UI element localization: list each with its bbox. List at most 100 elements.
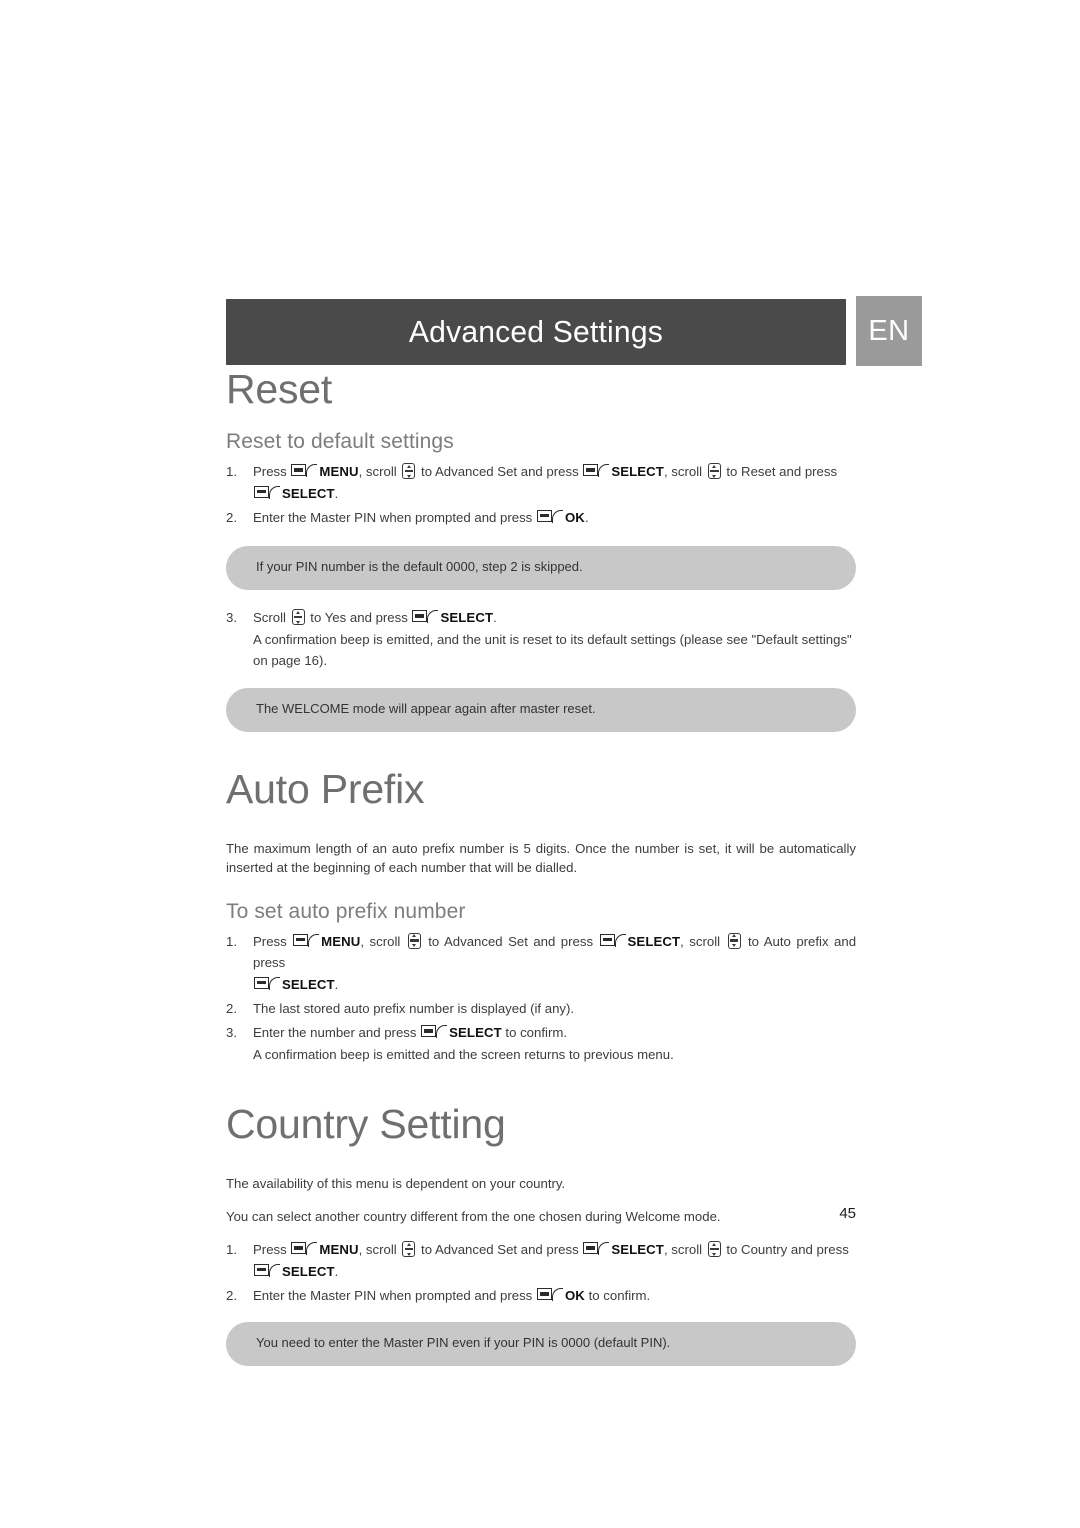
step-item: 3. Scroll to Yes and press SELECT. A conf… bbox=[226, 607, 856, 671]
chapter-header-title: Advanced Settings bbox=[408, 314, 664, 349]
step-text: Scroll bbox=[253, 610, 290, 626]
note-text: The WELCOME mode will appear again after… bbox=[256, 701, 596, 717]
scroll-up-down-icon bbox=[727, 932, 741, 949]
step-text: to confirm. bbox=[584, 1288, 651, 1304]
key-label: SELECT bbox=[282, 485, 335, 501]
auto-prefix-intro: The maximum length of an auto prefix num… bbox=[226, 841, 856, 876]
step-text: to Advanced Set and press bbox=[417, 464, 583, 480]
steps-auto-prefix: 1. Press MENU, scroll to Advanced Set and… bbox=[226, 931, 856, 1065]
step-text: , scroll bbox=[680, 933, 726, 949]
step-text: to Reset and press bbox=[722, 464, 838, 480]
softkey-icon bbox=[254, 485, 280, 499]
step-text: to Country and press bbox=[722, 1242, 849, 1258]
key-label: SELECT bbox=[282, 976, 335, 992]
key-label: OK bbox=[564, 1288, 585, 1304]
step-detail: A confirmation beep is emitted and the s… bbox=[253, 1046, 674, 1062]
step-item: 1. Press MENU, scroll to Advanced Set and… bbox=[226, 1239, 856, 1282]
steps-reset-continued: 3. Scroll to Yes and press SELECT. A conf… bbox=[226, 607, 856, 671]
step-continuation: SELECT. bbox=[253, 483, 856, 504]
note-box: You need to enter the Master PIN even if… bbox=[226, 1322, 856, 1367]
softkey-icon bbox=[293, 933, 320, 947]
note-box: If your PIN number is the default 0000, … bbox=[226, 546, 856, 591]
chapter-title-country-setting: Country Setting bbox=[226, 1101, 506, 1148]
step-item: 2. Enter the Master PIN when prompted and… bbox=[226, 1285, 856, 1306]
key-label: MENU bbox=[319, 1242, 359, 1258]
step-number: 2. bbox=[226, 1000, 237, 1016]
key-label: MENU bbox=[321, 933, 361, 949]
step-text: , scroll bbox=[663, 464, 706, 480]
step-item: 1. Press MENU , scroll to Advanced Set and… bbox=[226, 461, 856, 504]
language-badge-label: EN bbox=[868, 314, 910, 347]
softkey-icon bbox=[536, 509, 563, 523]
softkey-icon bbox=[599, 933, 626, 947]
key-label: SELECT bbox=[627, 933, 681, 949]
language-badge: EN bbox=[856, 296, 922, 366]
page-header: Advanced Settings EN bbox=[226, 296, 922, 368]
key-label: OK bbox=[564, 509, 585, 525]
step-text: to Advanced Set and press bbox=[422, 933, 599, 949]
section-title-set-auto-prefix: To set auto prefix number bbox=[226, 899, 466, 923]
note-text: You need to enter the Master PIN even if… bbox=[256, 1335, 671, 1351]
key-label: MENU bbox=[319, 464, 359, 480]
key-label: SELECT bbox=[611, 464, 664, 480]
key-label: SELECT bbox=[282, 1263, 335, 1279]
step-item: 2. The last stored auto prefix number is … bbox=[226, 998, 856, 1019]
manual-page: Advanced Settings EN Reset Reset to defa… bbox=[0, 0, 1080, 1528]
step-text: to Advanced Set and press bbox=[417, 1242, 583, 1258]
step-text: . bbox=[584, 509, 589, 525]
step-text: . bbox=[493, 610, 497, 626]
step-item: 3. Enter the number and press SELECT to c… bbox=[226, 1022, 856, 1065]
key-label: SELECT bbox=[449, 1025, 502, 1041]
step-text: , scroll bbox=[358, 1242, 401, 1258]
scroll-up-down-icon bbox=[407, 932, 421, 949]
step-text: Press bbox=[253, 464, 291, 480]
step-text: Enter the Master PIN when prompted and p… bbox=[253, 509, 536, 525]
step-number: 1. bbox=[226, 933, 237, 949]
page-number: 45 bbox=[839, 1205, 856, 1222]
step-continuation: SELECT. bbox=[253, 974, 856, 995]
step-item: 1. Press MENU, scroll to Advanced Set and… bbox=[226, 931, 856, 995]
steps-country-setting: 1. Press MENU, scroll to Advanced Set and… bbox=[226, 1239, 856, 1306]
chapter-title-auto-prefix: Auto Prefix bbox=[226, 766, 425, 813]
softkey-icon bbox=[583, 464, 610, 478]
step-text: The last stored auto prefix number is di… bbox=[253, 1000, 575, 1016]
key-label: SELECT bbox=[611, 1242, 664, 1258]
country-intro-1: The availability of this menu is depende… bbox=[226, 1176, 566, 1192]
step-text: , scroll bbox=[360, 933, 406, 949]
steps-reset: 1. Press MENU , scroll to Advanced Set and… bbox=[226, 461, 856, 528]
step-text: Enter the Master PIN when prompted and p… bbox=[253, 1288, 536, 1304]
note-text: If your PIN number is the default 0000, … bbox=[256, 559, 583, 575]
note-box: The WELCOME mode will appear again after… bbox=[226, 688, 856, 733]
step-text: to Yes and press bbox=[306, 610, 412, 626]
scroll-up-down-icon bbox=[707, 463, 721, 480]
step-detail: A confirmation beep is emitted, and the … bbox=[253, 631, 852, 668]
key-label: SELECT bbox=[440, 610, 494, 626]
step-text: Enter the number and press bbox=[253, 1025, 421, 1041]
scroll-up-down-icon bbox=[707, 1241, 721, 1258]
softkey-icon bbox=[291, 1242, 318, 1256]
step-continuation: SELECT. bbox=[253, 1261, 856, 1282]
step-text: . bbox=[334, 485, 339, 501]
scroll-up-down-icon bbox=[402, 1241, 416, 1258]
step-number: 2. bbox=[226, 1288, 237, 1304]
scroll-up-down-icon bbox=[402, 463, 416, 480]
chapter-header-bar: Advanced Settings bbox=[226, 299, 846, 365]
softkey-icon bbox=[254, 976, 280, 990]
step-text: Press bbox=[253, 933, 293, 949]
softkey-icon bbox=[254, 1263, 280, 1277]
step-number: 2. bbox=[226, 509, 237, 525]
step-item: 2. Enter the Master PIN when prompted and… bbox=[226, 507, 856, 528]
step-number: 3. bbox=[226, 1025, 237, 1041]
softkey-icon bbox=[412, 610, 439, 624]
step-number: 3. bbox=[226, 610, 237, 626]
softkey-icon bbox=[536, 1288, 563, 1302]
step-number: 1. bbox=[226, 464, 237, 480]
step-text: Press bbox=[253, 1242, 291, 1258]
softkey-icon bbox=[291, 464, 318, 478]
step-number: 1. bbox=[226, 1242, 237, 1258]
step-text: . bbox=[334, 976, 339, 992]
step-text: to confirm. bbox=[501, 1025, 567, 1041]
softkey-icon bbox=[583, 1242, 610, 1256]
chapter-title-reset: Reset bbox=[226, 366, 333, 412]
step-text: . bbox=[334, 1263, 339, 1279]
